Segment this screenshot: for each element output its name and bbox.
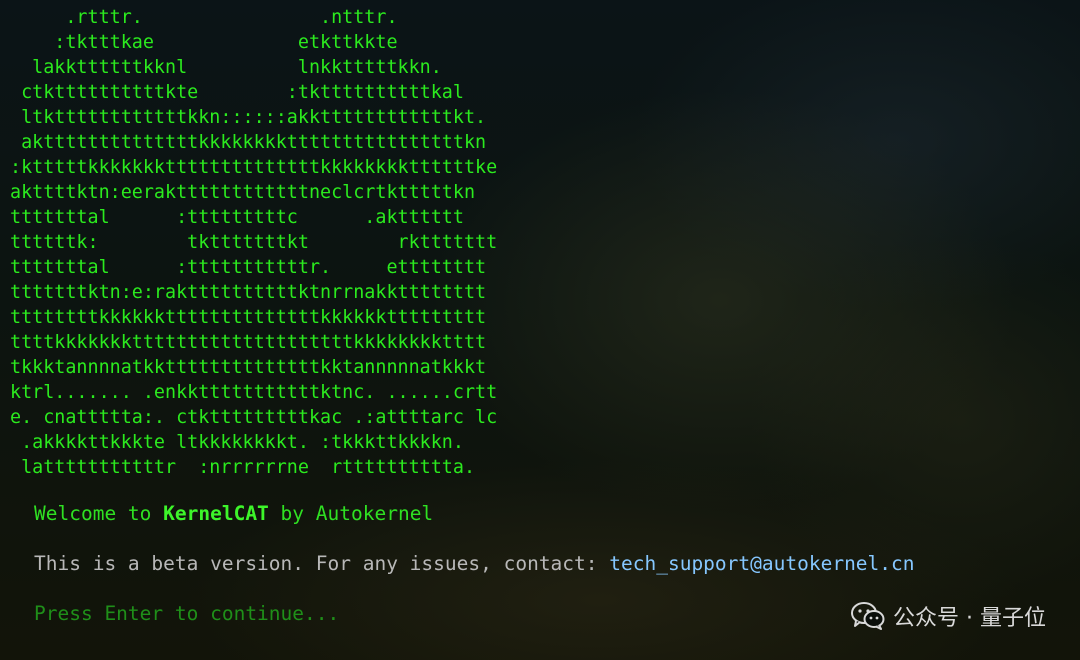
welcome-prefix: Welcome to	[34, 502, 164, 525]
support-email-link[interactable]: tech_support@autokernel.cn	[609, 552, 914, 575]
ascii-art-line: ctkttttttttttkte :tkttttttttttkal	[10, 82, 464, 103]
ascii-art-line: tkkktannnnatkkttttttttttttttkktannnnnatk…	[10, 357, 487, 378]
watermark: 公众号 · 量子位	[851, 600, 1046, 632]
ascii-art-line: .rtttr. .ntttr.	[10, 7, 398, 28]
ascii-art-line: ttttttk: tktttttttkt rkttttttt	[10, 232, 498, 253]
welcome-suffix: by Autokernel	[268, 502, 434, 525]
ascii-art-line: :ktttttkkkkkkkttttttttttttttkkkkkkkktttt…	[10, 157, 498, 178]
ascii-art-line: .akkkkttkkkte ltkkkkkkkkt. :tkkkttkkkkn.	[10, 432, 464, 453]
ascii-art-line: ltkttttttttttttkkn::::::akkttttttttttttk…	[10, 107, 487, 128]
ascii-art-line: :tktttkae etkttkkte	[10, 32, 398, 53]
watermark-text: 公众号 · 量子位	[893, 606, 1046, 631]
beta-notice-text: This is a beta version. For any issues, …	[34, 552, 610, 575]
ascii-art-line: ttttttttkkkkkkttttttttttttttkkkkkktttttt…	[10, 307, 487, 328]
wechat-icon	[851, 602, 885, 630]
ascii-art-line: tttttttal :tttttttttc .aktttttt	[10, 207, 464, 228]
ascii-art-logo: .rtttr. .ntttr. :tktttkae etkttkkte lakk…	[10, 5, 497, 480]
ascii-art-line: e. cnattttta:. ctktttttttttkac .:attttar…	[10, 407, 498, 428]
ascii-art-line: tttttttal :tttttttttttr. etttttttt	[10, 257, 487, 278]
ascii-art-line: akttttktn:eerakttttttttttttneclcrtkttttt…	[10, 182, 476, 203]
continue-prompt[interactable]: Press Enter to continue...	[34, 602, 339, 625]
terminal-window: .rtttr. .ntttr. :tktttkae etkttkkte lakk…	[0, 0, 1080, 660]
brand-name: KernelCAT	[163, 502, 269, 525]
ascii-art-line: tttttttktn:e:rakttttttttttktnrrnakkttttt…	[10, 282, 487, 303]
ascii-art-line: latttttttttttr :nrrrrrrne rtttttttttta.	[10, 457, 476, 478]
beta-notice: This is a beta version. For any issues, …	[34, 552, 915, 575]
ascii-art-line: lakkttttttkknl lnkktttttkkn.	[10, 57, 442, 78]
ascii-art-line: ttttkkkkkkkttttttttttttttttttttkkkkkkkkt…	[10, 332, 487, 353]
welcome-message: Welcome to KernelCAT by Autokernel	[34, 502, 433, 525]
ascii-art-line: akttttttttttttttkkkkkkkktttttttttttttttt…	[10, 132, 487, 153]
ascii-art-line: ktrl....... .enkktttttttttttktnc. ......…	[10, 382, 498, 403]
